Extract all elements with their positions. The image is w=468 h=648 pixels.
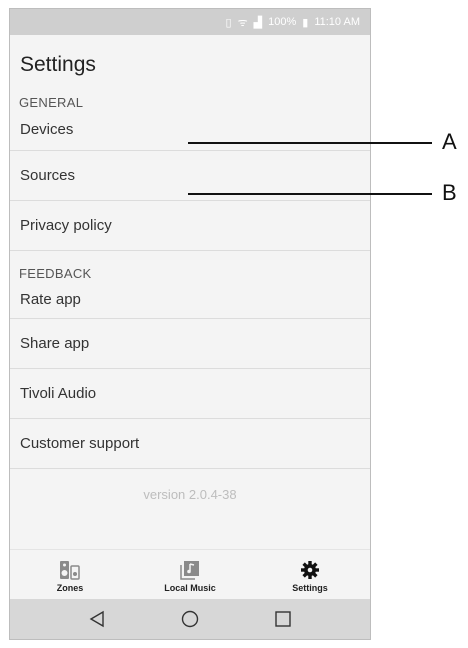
settings-item-privacy-policy[interactable]: Privacy policy bbox=[10, 201, 370, 251]
settings-item-tivoli-audio[interactable]: Tivoli Audio bbox=[10, 369, 370, 419]
battery-icon: ▮ bbox=[302, 16, 309, 29]
wifi-icon: ᯤ bbox=[237, 16, 248, 29]
back-icon[interactable] bbox=[88, 610, 106, 628]
settings-item-share-app[interactable]: Share app bbox=[10, 319, 370, 369]
android-nav-bar bbox=[10, 599, 370, 639]
tab-label-local-music: Local Music bbox=[164, 582, 216, 593]
settings-item-devices[interactable]: Devices bbox=[10, 117, 370, 151]
tab-local-music[interactable]: Local Music bbox=[130, 550, 250, 602]
tab-label-zones: Zones bbox=[56, 582, 84, 593]
callout-line-b bbox=[188, 193, 432, 195]
callout-line-a bbox=[188, 142, 432, 144]
section-header-feedback: FEEDBACK bbox=[19, 266, 92, 281]
signal-icon: ▟ bbox=[253, 16, 263, 29]
battery-percent: 100% bbox=[268, 16, 297, 28]
tab-zones[interactable]: Zones bbox=[10, 550, 130, 602]
callout-label-a: A bbox=[442, 129, 457, 154]
phone-screen: ▯ ᯤ ▟ 100% ▮ 11:10 AM Settings GENERAL D… bbox=[9, 8, 371, 640]
settings-item-rate-app[interactable]: Rate app bbox=[10, 281, 370, 319]
tab-label-settings: Settings bbox=[292, 582, 328, 593]
recent-apps-icon[interactable] bbox=[274, 610, 292, 628]
music-library-icon bbox=[180, 560, 199, 580]
version-label: version 2.0.4-38 bbox=[143, 487, 237, 502]
section-header-general: GENERAL bbox=[19, 95, 84, 110]
page-title: Settings bbox=[20, 53, 96, 76]
home-icon[interactable] bbox=[181, 610, 199, 628]
tab-settings[interactable]: Settings bbox=[250, 550, 370, 602]
status-bar: ▯ ᯤ ▟ 100% ▮ 11:10 AM bbox=[10, 9, 370, 35]
status-time: 11:10 AM bbox=[314, 16, 360, 28]
speaker-icon bbox=[60, 560, 80, 580]
bottom-tab-bar: Zones Local Music Settings bbox=[10, 549, 370, 602]
settings-item-customer-support[interactable]: Customer support bbox=[10, 419, 370, 469]
gear-icon bbox=[301, 560, 319, 579]
vibrate-icon: ▯ bbox=[225, 16, 232, 29]
callout-label-b: B bbox=[442, 180, 457, 205]
